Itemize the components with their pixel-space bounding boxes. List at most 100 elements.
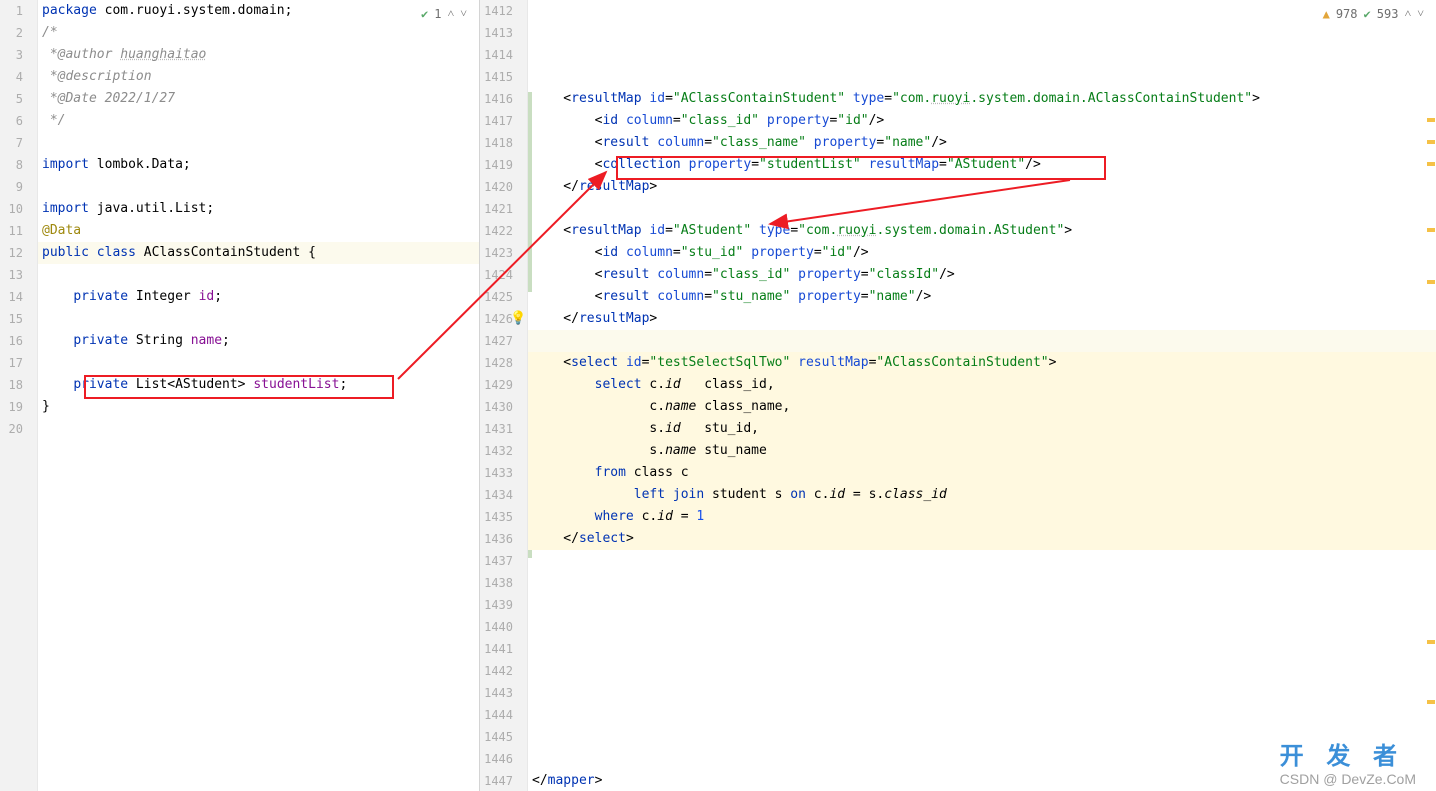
code-line[interactable] xyxy=(528,660,1436,682)
gutter-line-number: 1442 xyxy=(480,660,513,682)
code-line[interactable]: /* xyxy=(38,22,479,44)
code-line[interactable]: c.name class_name, xyxy=(528,396,1436,418)
right-editor-pane: 1412141314141415141614171418141914201421… xyxy=(480,0,1436,791)
gutter-line-number: 1440 xyxy=(480,616,513,638)
right-ok-count: 593 xyxy=(1377,7,1399,21)
code-line[interactable]: left join student s on c.id = s.class_id xyxy=(528,484,1436,506)
code-line[interactable]: } xyxy=(38,396,479,418)
code-line[interactable] xyxy=(528,330,1436,352)
gutter-line-number: 1432 xyxy=(480,440,513,462)
code-line[interactable] xyxy=(38,308,479,330)
gutter-line-number: 1430 xyxy=(480,396,513,418)
gutter-line-number: 1421 xyxy=(480,198,513,220)
left-code-area[interactable]: ✔ 1 ˄ ˅ package com.ruoyi.system.domain;… xyxy=(38,0,479,791)
gutter-line-number: 1423 xyxy=(480,242,513,264)
gutter-line-number: 1433 xyxy=(480,462,513,484)
code-line[interactable]: import lombok.Data; xyxy=(38,154,479,176)
gutter-line-number: 11 xyxy=(0,220,23,242)
code-line[interactable]: <result column="stu_name" property="name… xyxy=(528,286,1436,308)
chevron-down-icon[interactable]: ˅ xyxy=(460,6,467,21)
gutter-line-number: 1446 xyxy=(480,748,513,770)
code-line[interactable] xyxy=(528,66,1436,88)
code-line[interactable]: from class c xyxy=(528,462,1436,484)
gutter-line-number: 1426 xyxy=(480,308,513,330)
code-line[interactable]: <resultMap id="AStudent" type="com.ruoyi… xyxy=(528,220,1436,242)
code-line[interactable] xyxy=(38,418,479,440)
code-line[interactable] xyxy=(528,22,1436,44)
code-line[interactable]: public class AClassContainStudent { xyxy=(38,242,479,264)
gutter-line-number: 2 xyxy=(0,22,23,44)
check-icon: ✔ xyxy=(1364,7,1371,21)
left-status-bar: ✔ 1 ˄ ˅ xyxy=(421,6,467,21)
gutter-line-number: 12 xyxy=(0,242,23,264)
code-line[interactable]: </resultMap>💡 xyxy=(528,308,1436,330)
code-line[interactable]: <select id="testSelectSqlTwo" resultMap=… xyxy=(528,352,1436,374)
code-line[interactable] xyxy=(38,352,479,374)
right-code-area[interactable]: ▲ 978 ✔ 593 ˄ ˅ <res xyxy=(528,0,1436,791)
gutter-line-number: 16 xyxy=(0,330,23,352)
code-line[interactable]: package com.ruoyi.system.domain; xyxy=(38,0,479,22)
intention-bulb-icon[interactable]: 💡 xyxy=(510,308,526,330)
gutter-line-number: 1419 xyxy=(480,154,513,176)
gutter-line-number: 6 xyxy=(0,110,23,132)
gutter-line-number: 8 xyxy=(0,154,23,176)
code-line[interactable]: *@Date 2022/1/27 xyxy=(38,88,479,110)
chevron-down-icon[interactable]: ˅ xyxy=(1417,6,1424,21)
gutter-line-number: 1447 xyxy=(480,770,513,791)
code-line[interactable]: <result column="class_name" property="na… xyxy=(528,132,1436,154)
gutter-line-number: 1422 xyxy=(480,220,513,242)
code-line[interactable]: </resultMap> xyxy=(528,176,1436,198)
code-line[interactable]: select c.id class_id, xyxy=(528,374,1436,396)
left-problem-count: 1 xyxy=(434,7,441,21)
code-line[interactable] xyxy=(38,176,479,198)
code-line[interactable] xyxy=(528,616,1436,638)
chevron-up-icon[interactable]: ˄ xyxy=(447,6,454,21)
code-line[interactable]: <id column="class_id" property="id"/> xyxy=(528,110,1436,132)
gutter-line-number: 14 xyxy=(0,286,23,308)
chevron-up-icon[interactable]: ˄ xyxy=(1404,6,1411,21)
right-warning-count: 978 xyxy=(1336,7,1358,21)
gutter-line-number: 13 xyxy=(0,264,23,286)
code-line[interactable]: s.id stu_id, xyxy=(528,418,1436,440)
watermark: 开 发 者 CSDN @ DevZe.CoM xyxy=(1280,736,1416,787)
code-line[interactable] xyxy=(528,594,1436,616)
code-line[interactable] xyxy=(528,682,1436,704)
gutter-line-number: 1413 xyxy=(480,22,513,44)
code-line[interactable]: <id column="stu_id" property="id"/> xyxy=(528,242,1436,264)
code-line[interactable]: import java.util.List; xyxy=(38,198,479,220)
code-line[interactable] xyxy=(528,198,1436,220)
gutter-line-number: 4 xyxy=(0,66,23,88)
code-line[interactable]: */ xyxy=(38,110,479,132)
code-line[interactable]: <collection property="studentList" resul… xyxy=(528,154,1436,176)
right-gutter: 1412141314141415141614171418141914201421… xyxy=(480,0,528,791)
code-line[interactable] xyxy=(528,44,1436,66)
code-line[interactable] xyxy=(528,550,1436,572)
code-line[interactable] xyxy=(528,704,1436,726)
code-line[interactable]: where c.id = 1 xyxy=(528,506,1436,528)
gutter-line-number: 1428 xyxy=(480,352,513,374)
gutter-line-number: 1435 xyxy=(480,506,513,528)
code-line[interactable] xyxy=(38,132,479,154)
gutter-line-number: 1434 xyxy=(480,484,513,506)
gutter-line-number: 1420 xyxy=(480,176,513,198)
gutter-line-number: 1431 xyxy=(480,418,513,440)
code-line[interactable]: </select> xyxy=(528,528,1436,550)
code-line[interactable]: <resultMap id="AClassContainStudent" typ… xyxy=(528,88,1436,110)
code-line[interactable] xyxy=(528,638,1436,660)
code-line[interactable] xyxy=(38,264,479,286)
code-line[interactable]: <result column="class_id" property="clas… xyxy=(528,264,1436,286)
code-line[interactable]: s.name stu_name xyxy=(528,440,1436,462)
code-line[interactable]: private Integer id; xyxy=(38,286,479,308)
gutter-line-number: 5 xyxy=(0,88,23,110)
gutter-line-number: 1437 xyxy=(480,550,513,572)
gutter-line-number: 1417 xyxy=(480,110,513,132)
code-line[interactable]: @Data xyxy=(38,220,479,242)
code-line[interactable] xyxy=(528,572,1436,594)
code-line[interactable]: *@description xyxy=(38,66,479,88)
check-icon: ✔ xyxy=(421,7,428,21)
code-line[interactable]: private List<AStudent> studentList; xyxy=(38,374,479,396)
code-line[interactable] xyxy=(528,0,1436,22)
code-line[interactable]: private String name; xyxy=(38,330,479,352)
code-line[interactable]: *@author huanghaitao xyxy=(38,44,479,66)
gutter-line-number: 1438 xyxy=(480,572,513,594)
